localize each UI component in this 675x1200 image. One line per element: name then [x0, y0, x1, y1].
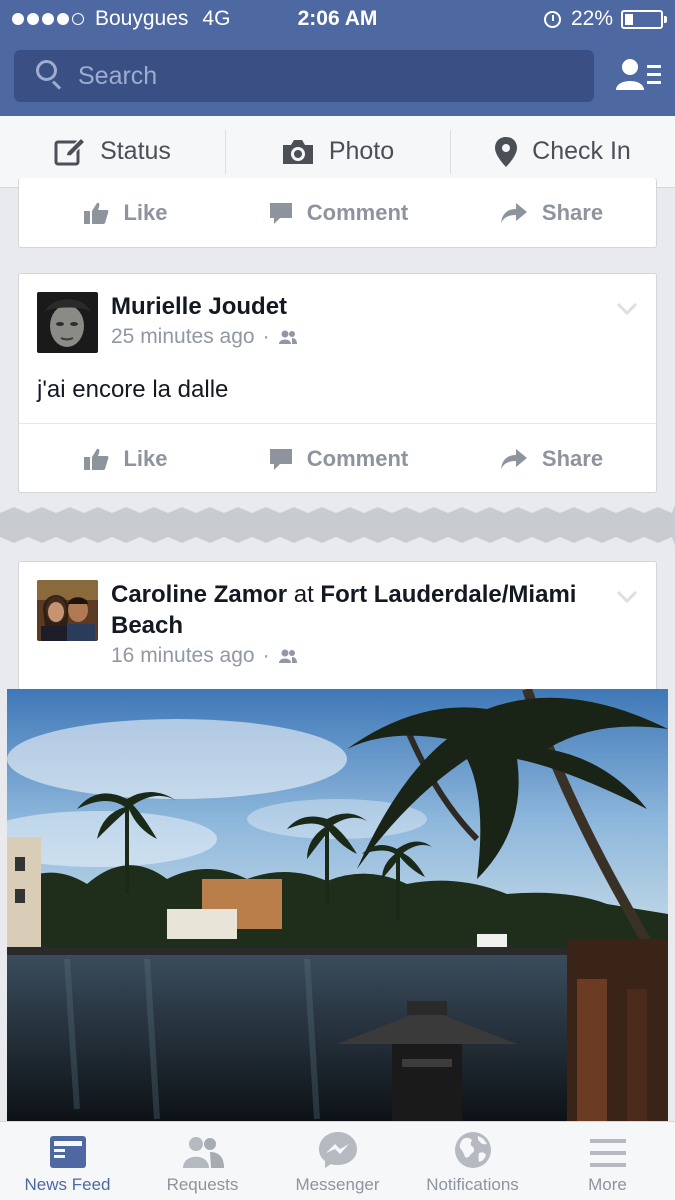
post-photo[interactable] — [7, 689, 668, 1121]
at-word: at — [293, 581, 314, 608]
author-avatar[interactable] — [37, 580, 98, 641]
globe-icon — [454, 1132, 491, 1168]
photo-label: Photo — [328, 137, 395, 165]
thumbs-up-icon — [84, 202, 109, 224]
status-bar: Bouygues 4G 2:06 AM 22% — [0, 0, 675, 38]
like-button[interactable]: Like — [19, 178, 232, 248]
location-pin-icon — [495, 136, 518, 167]
post-meta: 25 minutes ago · — [111, 325, 298, 349]
comment-label: Comment — [306, 445, 409, 471]
battery-percent: 22% — [570, 7, 613, 30]
share-arrow-icon — [500, 448, 527, 469]
post-meta: 16 minutes ago · — [111, 644, 298, 668]
place-name-line1[interactable]: Fort Lauderdale/Miami — [320, 581, 576, 608]
tab-label: Requests — [166, 1175, 239, 1194]
author-name: Caroline Zamor at Fort Lauderdale/Miami … — [111, 579, 576, 641]
photo-button[interactable]: Photo — [225, 116, 450, 187]
tab-messenger[interactable]: Messenger — [270, 1122, 405, 1200]
check-in-label: Check In — [532, 137, 631, 165]
author-name[interactable]: Murielle Joudet — [111, 291, 287, 322]
tab-label: Notifications — [426, 1175, 519, 1194]
menu-icon — [589, 1139, 626, 1167]
friends-list-icon[interactable] — [613, 56, 663, 96]
comment-button[interactable]: Comment — [232, 424, 445, 493]
status-label: Status — [100, 137, 171, 165]
feed-separator — [0, 505, 675, 545]
post-actions: Like Comment Share — [19, 178, 658, 248]
post-options-chevron-icon[interactable] — [616, 590, 638, 604]
post-actions: Like Comment Share — [19, 423, 658, 493]
bottom-tab-bar: News Feed Requests Messenger Notificatio… — [0, 1121, 675, 1200]
comment-label: Comment — [306, 200, 409, 225]
thumbs-up-icon — [84, 448, 109, 470]
post-timestamp[interactable]: 25 minutes ago — [111, 325, 255, 349]
tab-notifications[interactable]: Notifications — [405, 1122, 540, 1200]
alarm-icon — [543, 10, 561, 28]
post-card: Murielle Joudet 25 minutes ago · j'ai en… — [18, 273, 658, 493]
post-options-chevron-icon[interactable] — [616, 302, 638, 316]
tab-label: Messenger — [295, 1175, 380, 1194]
author-avatar[interactable] — [37, 292, 98, 353]
post-card-previous: Like Comment Share — [18, 178, 657, 248]
battery-icon — [621, 9, 667, 29]
search-icon — [32, 56, 72, 96]
post-text: j'ai encore la dalle — [37, 376, 229, 403]
status-right: 22% — [543, 7, 667, 31]
like-button[interactable]: Like — [19, 424, 232, 493]
check-in-button[interactable]: Check In — [450, 116, 675, 187]
status-button[interactable]: Status — [0, 116, 225, 187]
like-label: Like — [123, 200, 168, 225]
tab-requests[interactable]: Requests — [135, 1122, 270, 1200]
author-name-link[interactable]: Caroline Zamor — [111, 581, 287, 608]
comment-icon — [269, 448, 292, 470]
search-bar[interactable] — [14, 50, 594, 102]
friends-audience-icon — [278, 649, 297, 663]
comment-button[interactable]: Comment — [232, 178, 445, 248]
share-arrow-icon — [500, 203, 527, 223]
tab-label: More — [588, 1175, 627, 1194]
search-input[interactable] — [78, 61, 558, 91]
tab-news-feed[interactable]: News Feed — [0, 1122, 135, 1200]
tab-more[interactable]: More — [540, 1122, 675, 1200]
messenger-icon — [318, 1132, 357, 1168]
post-timestamp[interactable]: 16 minutes ago — [111, 644, 255, 668]
like-label: Like — [123, 445, 168, 471]
share-label: Share — [541, 200, 604, 225]
place-name-line2[interactable]: Beach — [111, 612, 183, 639]
news-feed-icon — [49, 1136, 86, 1168]
tab-label: News Feed — [24, 1175, 111, 1194]
share-button[interactable]: Share — [445, 424, 658, 493]
share-label: Share — [541, 445, 604, 471]
top-navigation-bar: Bouygues 4G 2:06 AM 22% — [0, 0, 675, 116]
friend-requests-icon — [182, 1137, 224, 1168]
edit-status-icon — [54, 136, 87, 165]
comment-icon — [269, 203, 292, 224]
camera-icon — [282, 139, 313, 164]
friends-audience-icon — [278, 330, 297, 344]
share-button[interactable]: Share — [445, 178, 658, 248]
